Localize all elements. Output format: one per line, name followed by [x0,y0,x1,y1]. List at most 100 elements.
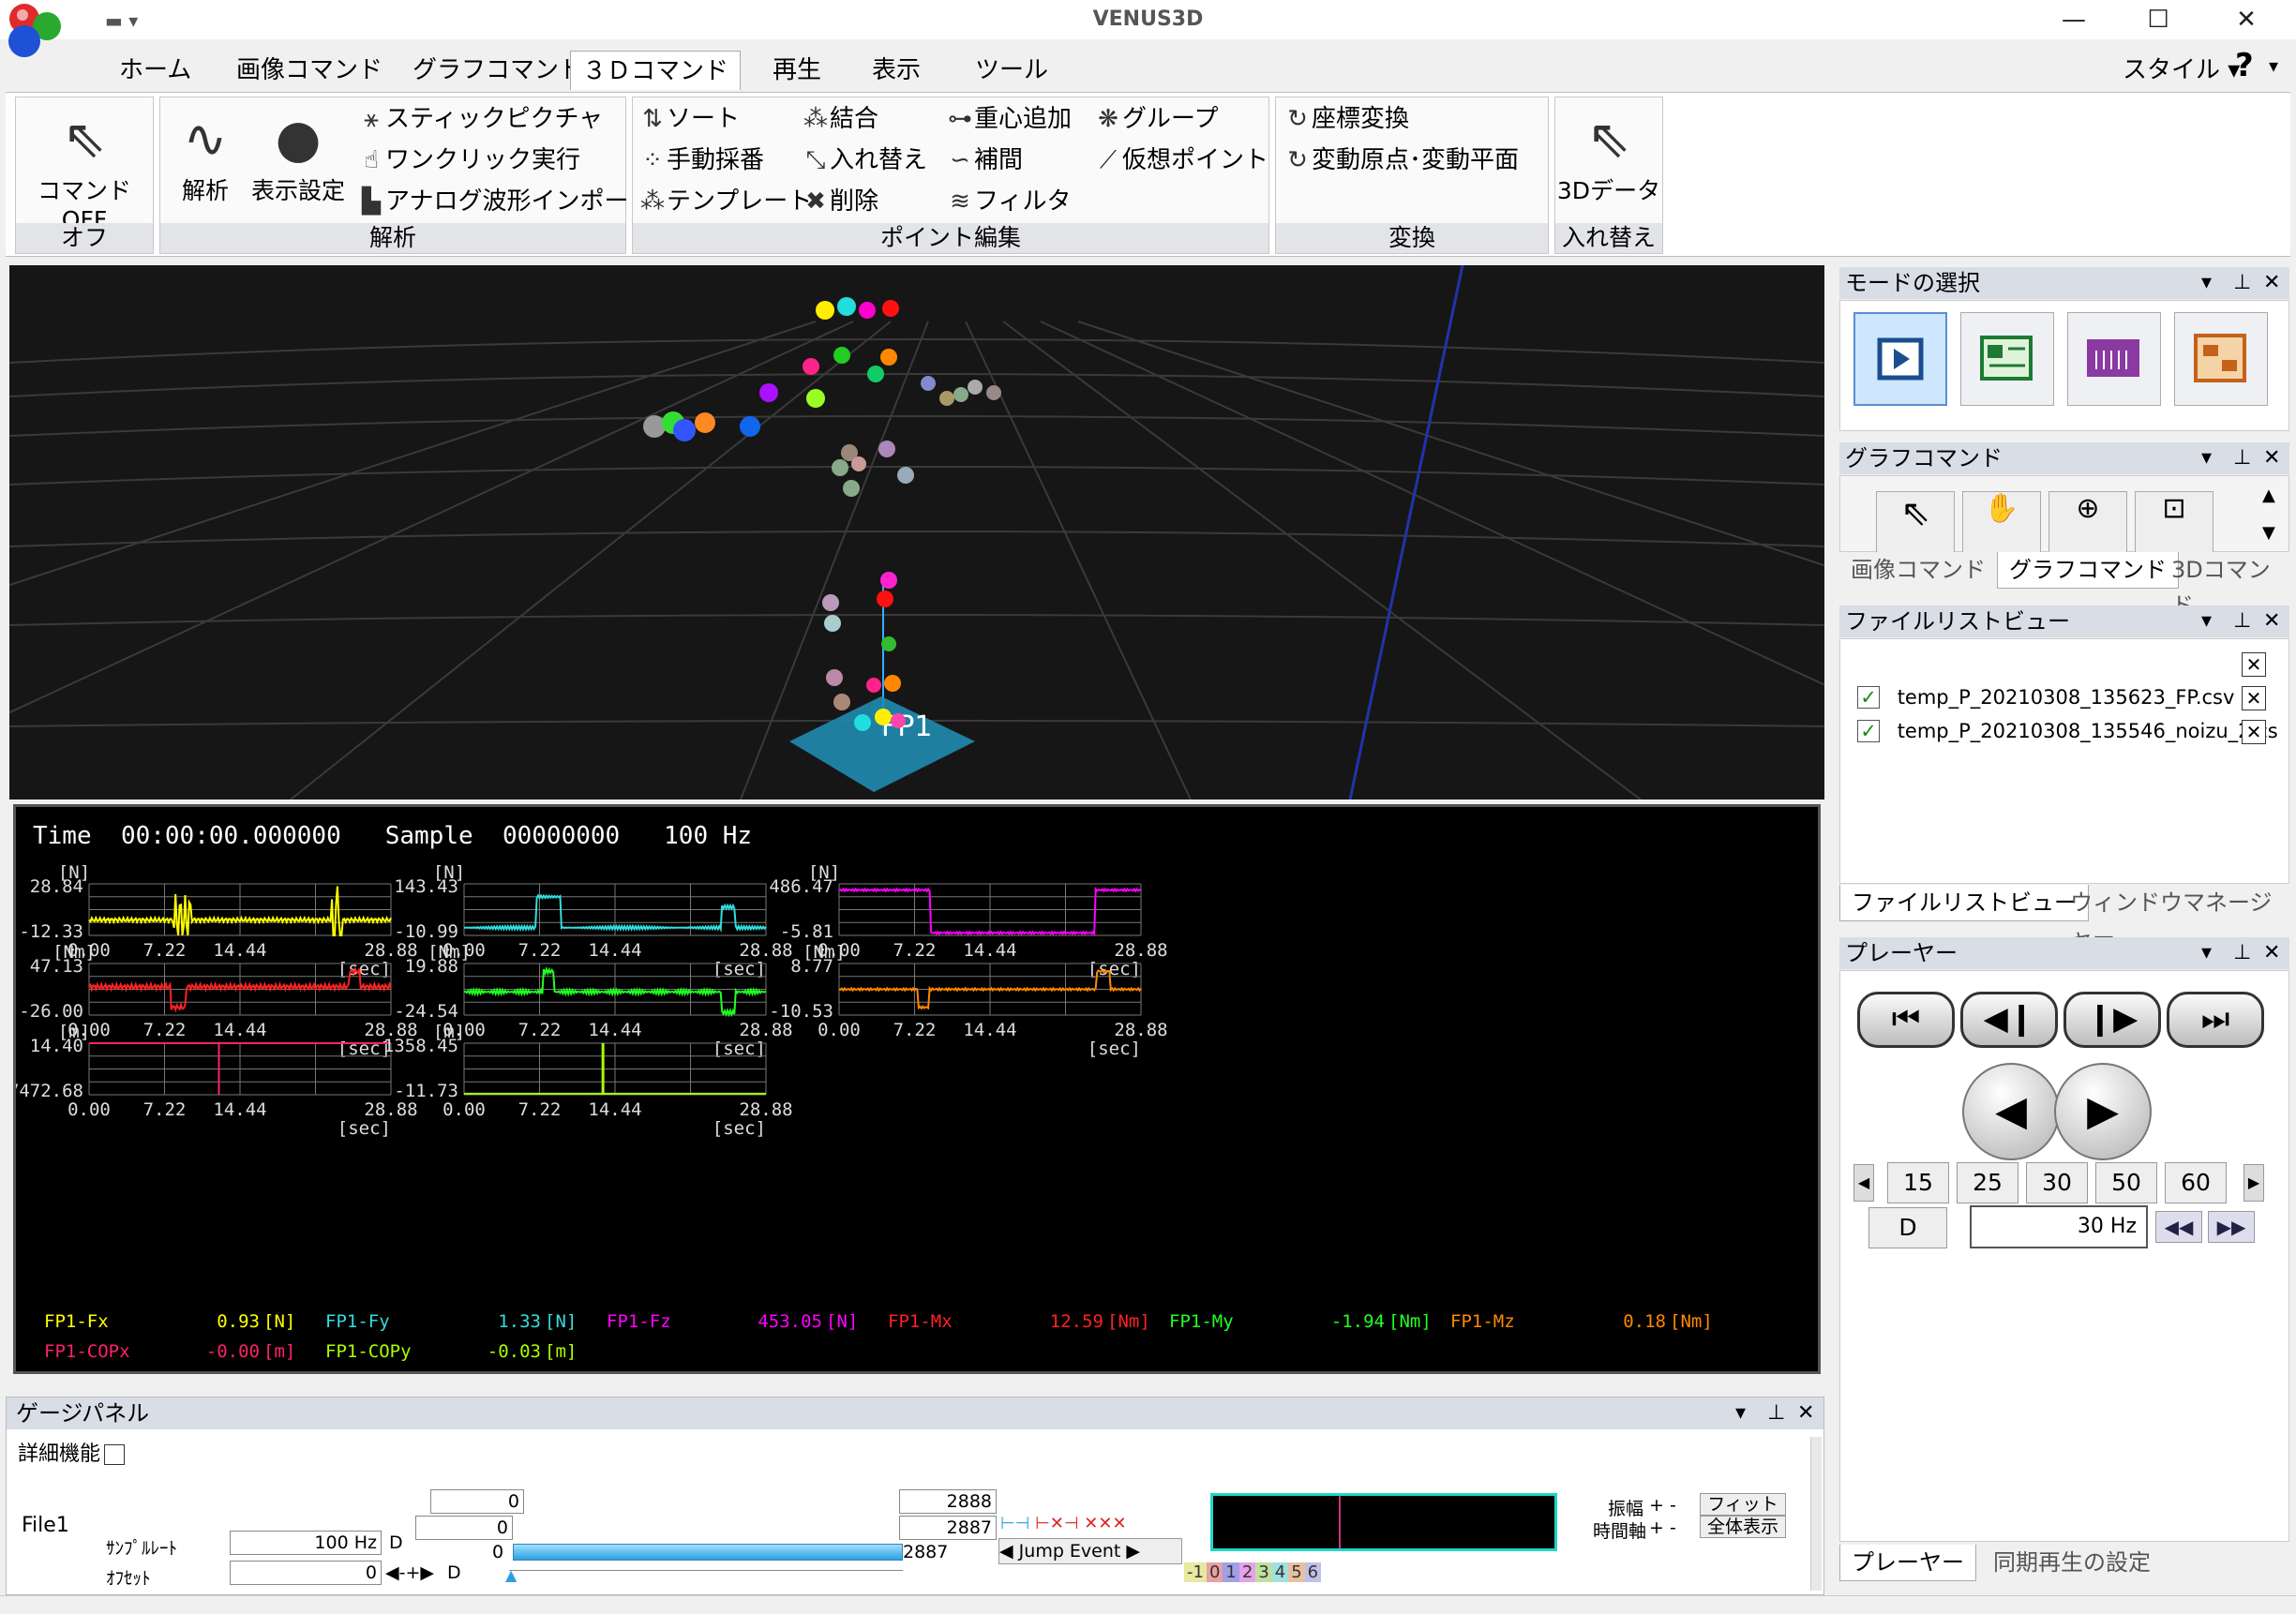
event-number[interactable]: 2 [1238,1562,1256,1582]
pin-icon[interactable]: ⊥ [2233,267,2251,299]
offset-stepper[interactable]: ◀-+▶ [385,1562,434,1583]
skip-to-start-button[interactable]: ⏮ [1857,992,1955,1048]
scroll-up-icon[interactable]: ▲ [2262,486,2275,505]
faster-icon[interactable]: ▶▶ [2208,1211,2255,1243]
coord-transform-button[interactable]: ↻ 座標変換 [1283,103,1409,135]
tab-file-list-view[interactable]: ファイルリストビュー [1839,885,2089,921]
event-number[interactable]: -1 [1184,1562,1207,1582]
panel-menu-icon[interactable]: ▾ [2201,937,2212,969]
d-button[interactable]: D [1868,1207,1947,1248]
event-number[interactable]: 1 [1223,1562,1239,1582]
panel-close-icon[interactable]: ✕ [2263,442,2280,474]
event-marker-tools[interactable]: ⊢⊣ ⊢✕⊣ ✕✕✕ [1000,1514,1178,1534]
tab-sync-playback[interactable]: 同期再生の設定 [1982,1545,2162,1580]
tab-image-commands[interactable]: 画像コマンド [1839,552,1997,588]
rate-15-button[interactable]: 15 [1887,1162,1949,1203]
skip-to-end-button[interactable]: ⏭ [2167,992,2264,1048]
graph-panel[interactable]: Time 00:00:00.000000 Sample 00000000 100… [13,804,1821,1374]
jump-event-control[interactable]: ◀ Jump Event ▶ [998,1538,1182,1564]
event-number[interactable]: 3 [1255,1562,1272,1582]
rate-25-button[interactable]: 25 [1957,1162,2018,1203]
graph-fit-icon[interactable]: ⊡ [2135,491,2213,553]
play-reverse-button[interactable]: ◀ [1962,1063,2060,1160]
tab-player[interactable]: プレーヤー [1839,1545,1976,1581]
step-back-button[interactable]: ◀❙ [1960,992,2058,1048]
analog-import-button[interactable]: ▙ アナログ波形インポート [357,186,653,217]
sort-button[interactable]: ⇅ ソート [638,103,740,135]
swap-button[interactable]: ⤡ 入れ替え [802,144,927,176]
range-start-top-input[interactable]: 0 [430,1489,524,1514]
add-centroid-button[interactable]: ⊶重心追加 [946,103,1072,135]
template-button[interactable]: ⁂テンプレート [638,186,812,217]
tab-playback[interactable]: 再生 [761,51,833,90]
event-marker-icon[interactable]: ⊢⊣ [1000,1514,1029,1533]
file-item[interactable]: ✓ temp_P_20210308_135623_FP.csv [1857,686,2234,709]
event-number-strip[interactable]: -1 0 1 2 3 4 5 6 [1184,1562,1322,1587]
style-menu[interactable]: スタイル ▾ [2123,51,2240,85]
virtual-point-button[interactable]: ⟋ 仮想ポイント [1094,144,1268,176]
analyze-button[interactable]: ∿ 解析 [168,107,243,206]
group-button[interactable]: ❋ グループ [1094,103,1218,135]
delete-button[interactable]: ✖ 削除 [802,186,878,217]
range-end-top-input[interactable]: 2888 [899,1489,997,1514]
file-item[interactable]: ✓ temp_P_20210308_135546_noizu_2.cs [1857,720,2278,742]
gauge-scrollbar[interactable] [1810,1437,1822,1591]
step-forward-button[interactable]: ❙▶ [2063,992,2161,1048]
select-cursor-icon[interactable]: ⇖ [1876,491,1955,553]
maximize-button[interactable]: ☐ [2130,4,2186,36]
range-start-mid-input[interactable]: 0 [415,1516,513,1540]
stick-picture-button[interactable]: ⚹ スティックピクチャ [357,103,603,135]
3d-view[interactable]: FP1 [9,265,1824,800]
mode-graph-button[interactable] [2067,312,2161,406]
command-off-button[interactable]: ⇖ コマンドOFF [16,107,153,233]
panel-menu-icon[interactable]: ▾ [2201,267,2212,299]
rate-30-button[interactable]: 30 [2026,1162,2088,1203]
manual-numbering-button[interactable]: ⁘ 手動採番 [638,144,764,176]
panel-menu-icon[interactable]: ▾ [1735,1397,1746,1429]
panel-menu-icon[interactable]: ▾ [2201,442,2212,474]
remove-all-files-icon[interactable]: ✕ [2242,652,2266,677]
detail-checkbox[interactable] [104,1444,126,1465]
event-delete-all-icon[interactable]: ✕✕✕ [1084,1514,1126,1533]
scroll-down-icon[interactable]: ▼ [2262,523,2275,543]
timeline-range-bar[interactable] [513,1544,903,1561]
time-axis-stepper[interactable]: + - [1649,1517,1676,1538]
panel-close-icon[interactable]: ✕ [1797,1397,1814,1429]
remove-file-icon[interactable]: ✕ [2242,720,2266,744]
remove-file-icon[interactable]: ✕ [2242,686,2266,710]
slower-icon[interactable]: ◀◀ [2155,1211,2202,1243]
pin-icon[interactable]: ⊥ [2233,605,2251,637]
detail-toggle[interactable]: 詳細機能 [18,1437,126,1467]
show-all-button[interactable]: 全体表示 [1700,1516,1786,1538]
range-end-mid-input[interactable]: 2887 [899,1516,997,1540]
mode-3d-button[interactable] [2174,312,2268,406]
timeline-cursor-icon[interactable]: ▲ [505,1566,517,1584]
overview-waveform[interactable] [1210,1493,1557,1551]
merge-button[interactable]: ⁂結合 [802,103,878,135]
event-number[interactable]: 0 [1206,1562,1223,1582]
graph-zoom-icon[interactable]: ⊕ [2048,491,2127,553]
event-number[interactable]: 4 [1271,1562,1289,1582]
play-button[interactable]: ▶ [2054,1063,2152,1160]
file-checkbox[interactable]: ✓ [1857,720,1880,742]
pin-icon[interactable]: ⊥ [2233,442,2251,474]
panel-close-icon[interactable]: ✕ [2263,937,2280,969]
interpolate-button[interactable]: ∽ 補間 [946,144,1023,176]
file-checkbox[interactable]: ✓ [1857,686,1880,709]
chevron-down-icon[interactable]: ▾ [2269,54,2278,77]
mode-play-button[interactable] [1853,312,1947,406]
display-settings-button[interactable]: ● 表示設定 [247,107,350,206]
one-click-button[interactable]: ☝ ワンクリック実行 [357,144,580,176]
panel-close-icon[interactable]: ✕ [2263,605,2280,637]
tab-tools[interactable]: ツール [964,51,1059,90]
tab-3d-command[interactable]: ３Ｄコマンド [570,51,741,90]
minimize-button[interactable]: — [2046,4,2102,36]
rate-scroll-left-icon[interactable]: ◀ [1853,1164,1874,1202]
event-delete-icon[interactable]: ⊢✕⊣ [1035,1514,1078,1533]
3d-data-button[interactable]: ⇖ 3Dデータ [1555,107,1662,206]
tab-image-command[interactable]: 画像コマンド [225,51,394,90]
playback-hz-input[interactable]: 30 Hz [1970,1205,2148,1248]
rate-scroll-right-icon[interactable]: ▶ [2243,1164,2264,1202]
mode-image-button[interactable] [1960,312,2054,406]
sample-rate-input[interactable]: 100 Hz [230,1531,382,1555]
